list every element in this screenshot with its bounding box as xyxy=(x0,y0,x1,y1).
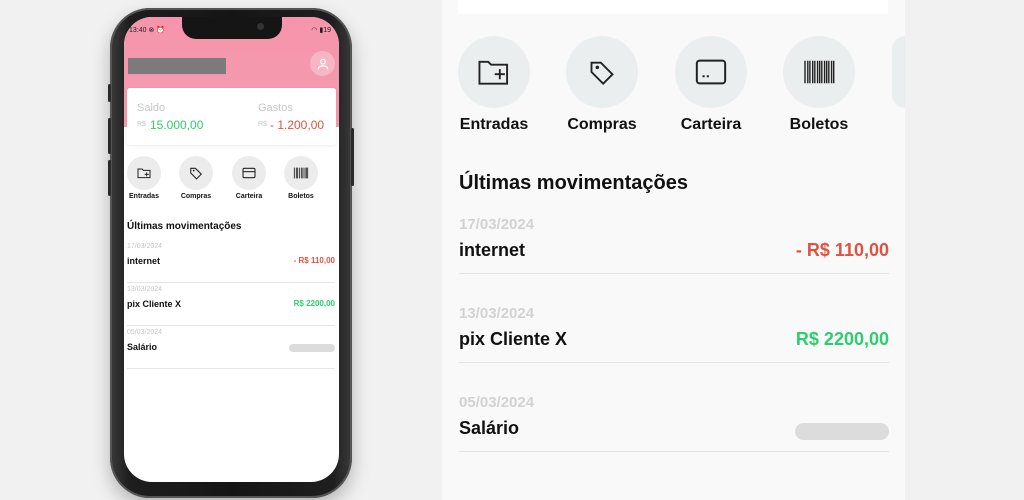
transaction-row[interactable]: 13/03/2024 pix Cliente X R$ 2200,00 xyxy=(459,305,889,363)
transaction-date: 13/03/2024 xyxy=(459,305,535,322)
status-time: 13:40 ⊗ ⏰ xyxy=(129,27,166,34)
action-entradas-large[interactable]: Entradas xyxy=(444,36,544,134)
action-label: Compras xyxy=(180,193,212,200)
transaction-value: R$ 2200,00 xyxy=(293,299,335,308)
tag-icon xyxy=(590,61,614,85)
action-carteira[interactable]: Carteira xyxy=(229,156,269,200)
action-label: Entradas xyxy=(459,116,529,133)
phone-screen: 13:40 ⊗ ⏰ ◠ ▮19 Saldo R$ 15.000,00 Gasto… xyxy=(124,17,339,482)
action-entradas[interactable]: Entradas xyxy=(124,156,164,200)
action-label: Boletos xyxy=(789,116,849,133)
phone-notch xyxy=(181,17,282,39)
transactions-title: Últimas movimentações xyxy=(127,221,242,232)
user-icon xyxy=(317,58,328,69)
transactions-title: Últimas movimentações xyxy=(459,172,688,194)
saldo-label: Saldo xyxy=(137,102,166,114)
redacted-user-name xyxy=(128,58,226,74)
phone-power-button xyxy=(351,128,354,186)
action-boletos[interactable]: Boletos xyxy=(281,156,321,200)
hidden-value-placeholder xyxy=(289,344,335,352)
transaction-name: pix Cliente X xyxy=(127,299,182,309)
transaction-name: internet xyxy=(127,256,161,266)
action-label: Carteira xyxy=(235,193,263,200)
transaction-row[interactable]: 05/03/2024 Salário xyxy=(459,394,889,452)
action-carteira-large[interactable]: Carteira xyxy=(661,36,761,134)
action-label: Compras xyxy=(567,116,637,133)
transaction-value: R$ 2200,00 xyxy=(795,329,889,349)
hidden-value-placeholder xyxy=(795,423,889,440)
transaction-name: pix Cliente X xyxy=(459,329,568,349)
balance-card: Saldo R$ 15.000,00 Gastos R$ - 1.200,00 xyxy=(127,88,336,145)
folder-plus-icon xyxy=(478,60,509,85)
zoomed-detail-panel: Entradas Compras Carteira Boletos Última… xyxy=(442,0,905,500)
saldo-value: 15.000,00 xyxy=(150,118,204,132)
card-icon xyxy=(242,167,256,179)
avatar[interactable] xyxy=(310,51,335,76)
transaction-row[interactable]: 05/03/2024 Salário xyxy=(127,329,335,369)
transaction-date: 17/03/2024 xyxy=(127,243,163,250)
action-boletos-large[interactable]: Boletos xyxy=(769,36,869,134)
tag-icon xyxy=(190,167,202,180)
saldo-currency: R$ xyxy=(137,121,146,128)
transaction-row[interactable]: 13/03/2024 pix Cliente X R$ 2200,00 xyxy=(127,286,335,326)
action-label: Carteira xyxy=(680,116,742,133)
status-icons: ◠ ▮19 xyxy=(311,27,331,34)
transaction-row[interactable]: 17/03/2024 internet - R$ 110,00 xyxy=(459,216,889,274)
barcode-icon xyxy=(804,60,835,84)
card-icon xyxy=(695,59,727,85)
transaction-date: 05/03/2024 xyxy=(459,394,535,411)
balance-card-edge xyxy=(458,0,888,14)
transaction-date: 13/03/2024 xyxy=(127,286,163,293)
action-label: Boletos xyxy=(288,193,314,200)
gastos-currency: R$ xyxy=(258,121,267,128)
gastos-value: - 1.200,00 xyxy=(270,118,325,132)
transaction-row[interactable]: 17/03/2024 internet - R$ 110,00 xyxy=(127,243,335,283)
action-label: Entradas xyxy=(129,193,159,200)
transaction-name: internet xyxy=(459,240,526,260)
barcode-icon xyxy=(293,167,309,179)
transaction-name: Salário xyxy=(127,342,158,352)
transaction-date: 17/03/2024 xyxy=(459,216,535,233)
front-camera xyxy=(257,23,264,30)
phone-side-button xyxy=(108,84,111,102)
transaction-name: Salário xyxy=(459,418,520,438)
phone-volume-down xyxy=(108,160,111,196)
transaction-date: 05/03/2024 xyxy=(127,329,163,336)
action-next-partial[interactable] xyxy=(892,36,905,108)
folder-plus-icon xyxy=(137,168,151,179)
action-compras[interactable]: Compras xyxy=(176,156,216,200)
transaction-value: - R$ 110,00 xyxy=(293,256,335,265)
phone-volume-up xyxy=(108,118,111,154)
transaction-value: - R$ 110,00 xyxy=(795,240,889,260)
action-compras-large[interactable]: Compras xyxy=(552,36,652,134)
gastos-label: Gastos xyxy=(258,102,293,114)
